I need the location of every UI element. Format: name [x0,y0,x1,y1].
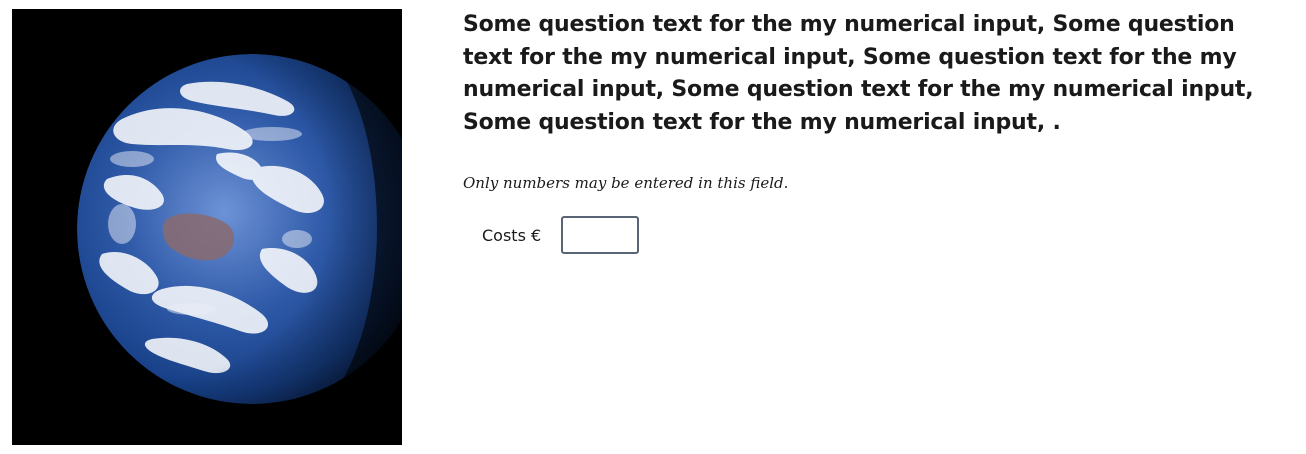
question-page: Some question text for the my numerical … [0,0,1306,454]
costs-field-row: Costs € [482,216,640,254]
earth-image [12,9,402,445]
input-hint: Only numbers may be entered in this fiel… [463,174,789,192]
question-text: Some question text for the my numerical … [463,12,1254,135]
costs-number-input[interactable] [561,216,640,254]
earth-globe-graphic [12,9,402,445]
costs-label: Costs € [482,225,542,245]
question-content: Some question text for the my numerical … [463,9,1283,254]
